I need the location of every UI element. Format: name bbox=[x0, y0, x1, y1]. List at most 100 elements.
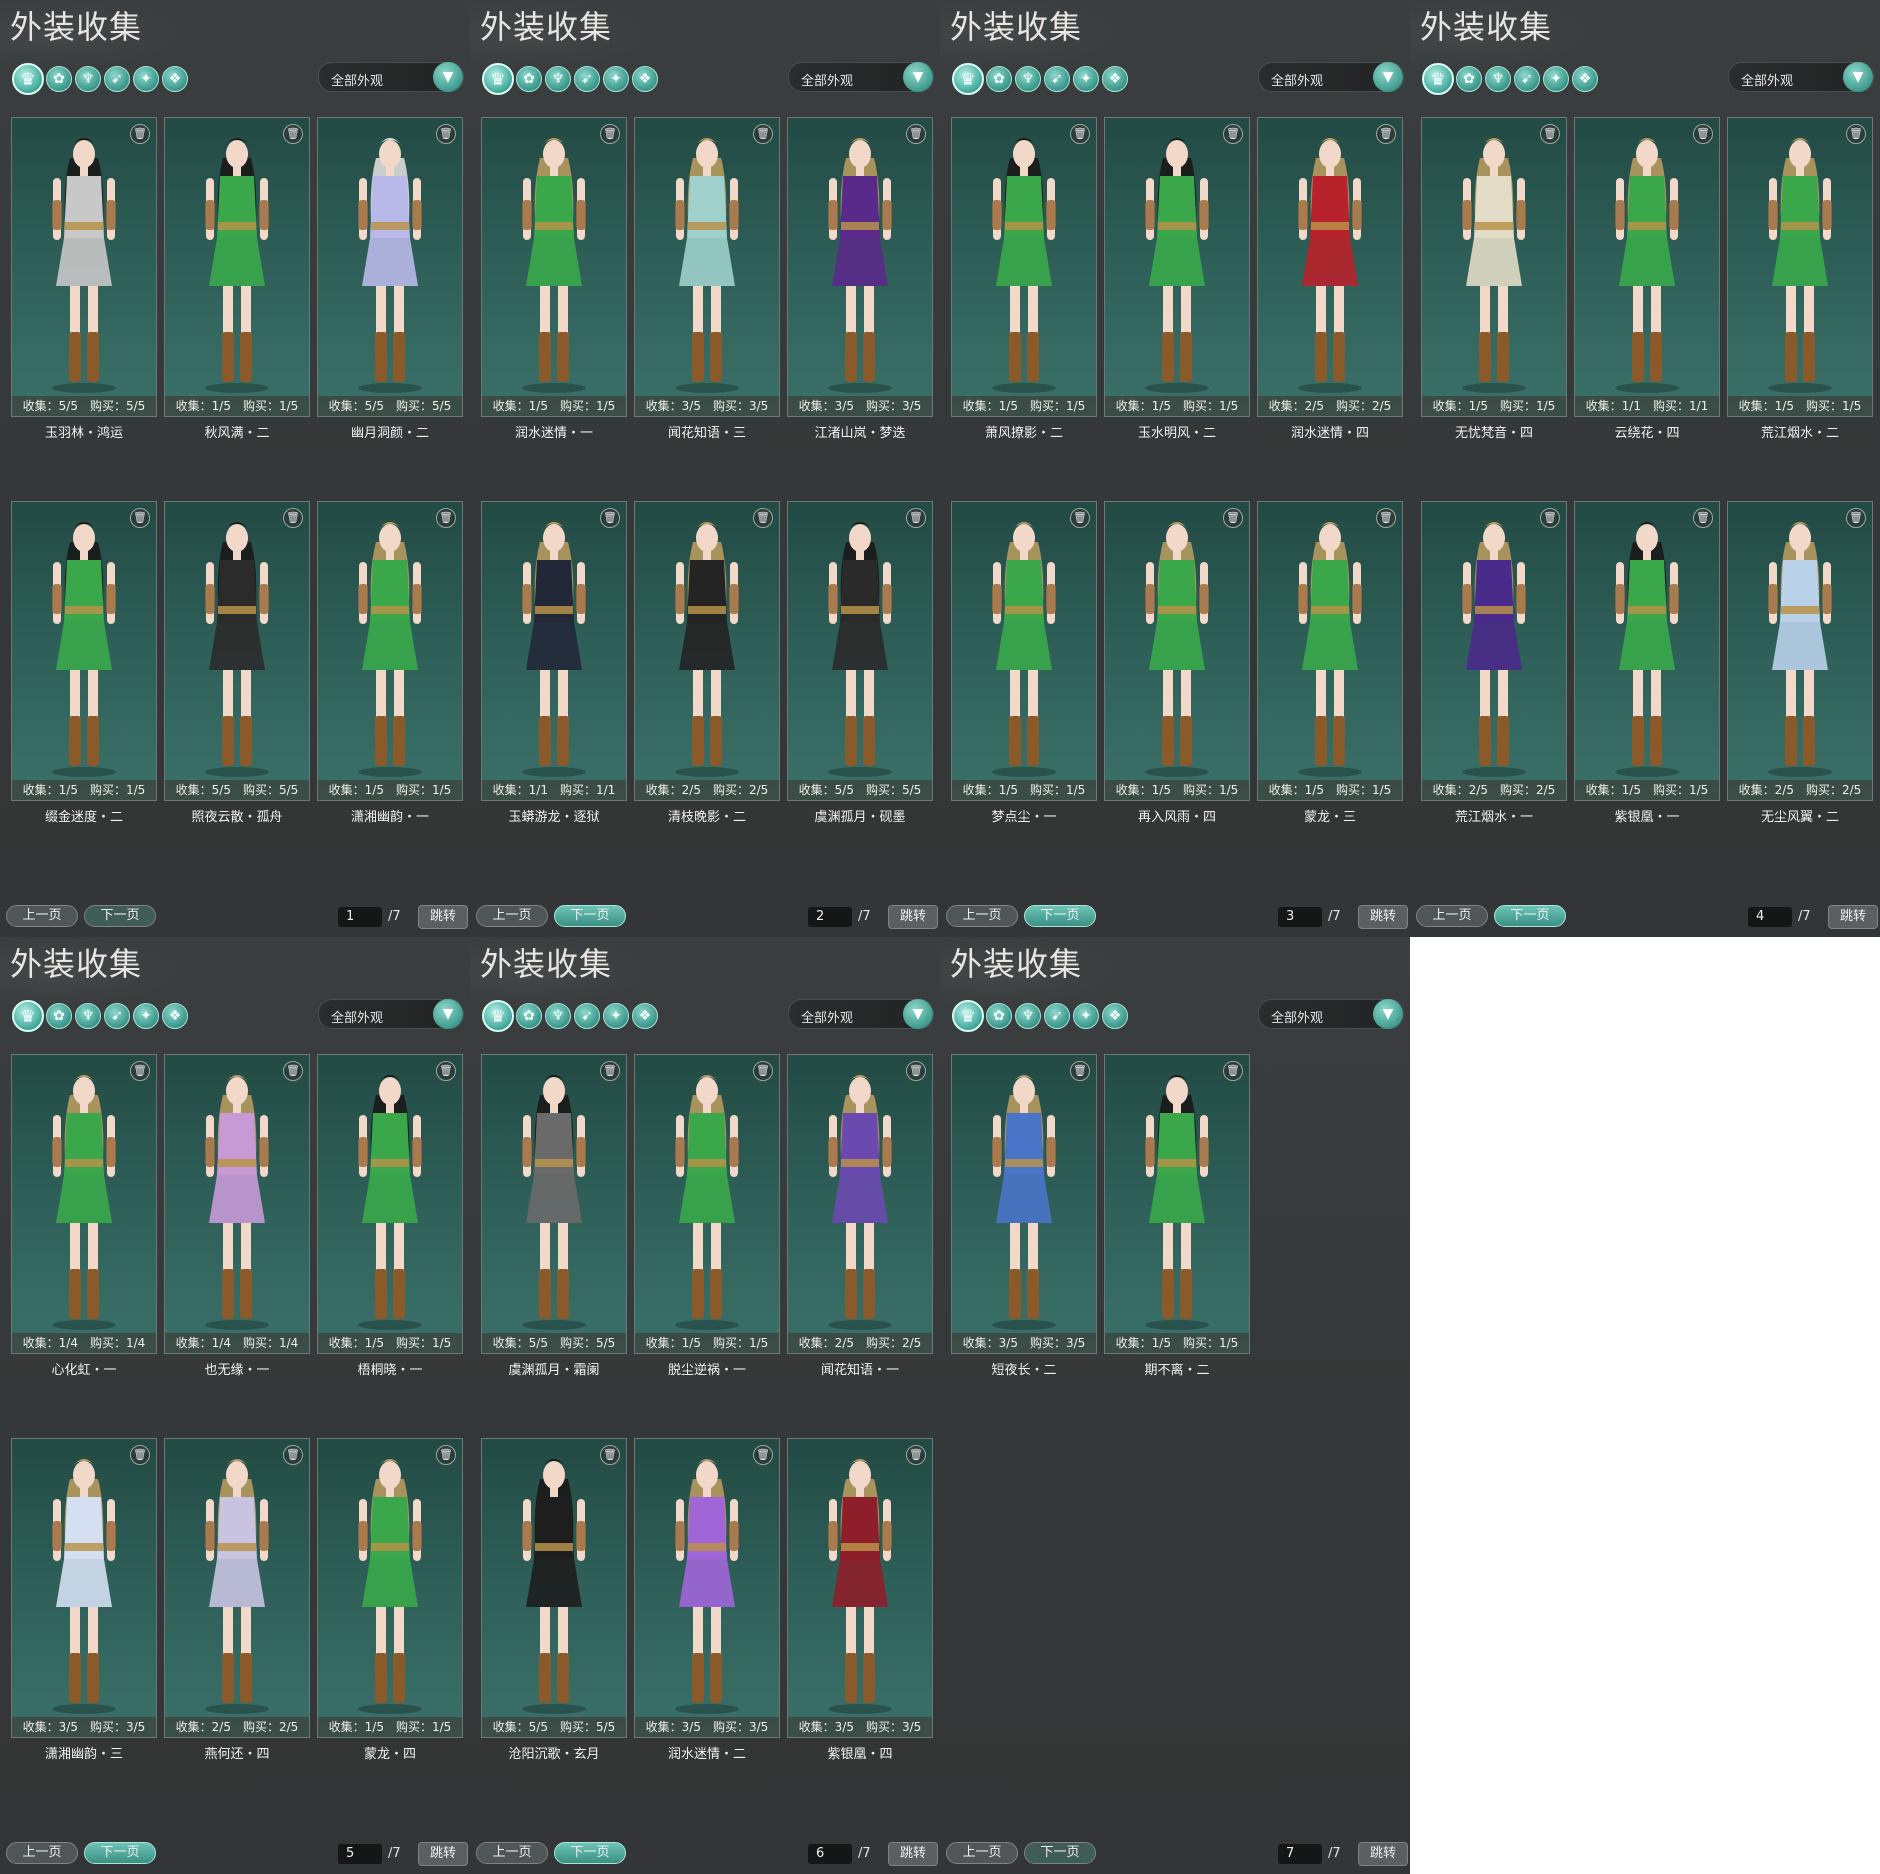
outfit-card[interactable]: 🗑 收集：1/5 购买：1/5 bbox=[1104, 1054, 1250, 1354]
trash-icon[interactable]: 🗑 bbox=[1223, 508, 1243, 528]
accessory-icon[interactable]: ✦ bbox=[133, 1003, 159, 1029]
trash-icon[interactable]: 🗑 bbox=[436, 1061, 456, 1081]
outfit-card[interactable]: 🗑 收集：1/5 购买：1/5 bbox=[1257, 501, 1403, 801]
top-icon[interactable]: ✿ bbox=[1456, 66, 1482, 92]
chevron-down-icon[interactable]: ▼ bbox=[903, 999, 933, 1029]
jump-button[interactable]: 跳转 bbox=[1828, 905, 1878, 929]
outfit-card[interactable]: 🗑 收集：5/5 购买：5/5 bbox=[787, 501, 933, 801]
shoes-icon[interactable]: ➹ bbox=[1514, 66, 1540, 92]
outfit-card[interactable]: 🗑 收集：3/5 购买：3/5 bbox=[634, 117, 780, 417]
prev-page-button[interactable]: 上一页 bbox=[6, 905, 78, 927]
body-icon[interactable]: ♆ bbox=[75, 1003, 101, 1029]
next-page-button[interactable]: 下一页 bbox=[1024, 1842, 1096, 1864]
chevron-down-icon[interactable]: ▼ bbox=[433, 999, 463, 1029]
trash-icon[interactable]: 🗑 bbox=[283, 1061, 303, 1081]
trash-icon[interactable]: 🗑 bbox=[753, 1445, 773, 1465]
trash-icon[interactable]: 🗑 bbox=[130, 1445, 150, 1465]
all-outfits-icon[interactable]: ♛ bbox=[1422, 63, 1454, 95]
page-number-input[interactable]: 5 bbox=[338, 1844, 382, 1864]
page-number-input[interactable]: 1 bbox=[338, 907, 382, 927]
trash-icon[interactable]: 🗑 bbox=[1070, 1061, 1090, 1081]
outfit-card[interactable]: 🗑 收集：3/5 购买：3/5 bbox=[951, 1054, 1097, 1354]
shoes-icon[interactable]: ➹ bbox=[574, 66, 600, 92]
prev-page-button[interactable]: 上一页 bbox=[946, 1842, 1018, 1864]
pants-icon[interactable]: ❖ bbox=[632, 66, 658, 92]
page-number-input[interactable]: 2 bbox=[808, 907, 852, 927]
trash-icon[interactable]: 🗑 bbox=[600, 124, 620, 144]
shoes-icon[interactable]: ➹ bbox=[104, 1003, 130, 1029]
outfit-filter-dropdown[interactable]: 全部外观 ▼ bbox=[1258, 999, 1404, 1029]
trash-icon[interactable]: 🗑 bbox=[753, 1061, 773, 1081]
prev-page-button[interactable]: 上一页 bbox=[476, 1842, 548, 1864]
jump-button[interactable]: 跳转 bbox=[1358, 905, 1408, 929]
trash-icon[interactable]: 🗑 bbox=[1846, 508, 1866, 528]
top-icon[interactable]: ✿ bbox=[986, 1003, 1012, 1029]
prev-page-button[interactable]: 上一页 bbox=[6, 1842, 78, 1864]
trash-icon[interactable]: 🗑 bbox=[906, 124, 926, 144]
trash-icon[interactable]: 🗑 bbox=[1376, 508, 1396, 528]
chevron-down-icon[interactable]: ▼ bbox=[1373, 62, 1403, 92]
trash-icon[interactable]: 🗑 bbox=[1070, 124, 1090, 144]
body-icon[interactable]: ♆ bbox=[75, 66, 101, 92]
outfit-card[interactable]: 🗑 收集：5/5 购买：5/5 bbox=[481, 1054, 627, 1354]
prev-page-button[interactable]: 上一页 bbox=[1416, 905, 1488, 927]
shoes-icon[interactable]: ➹ bbox=[1044, 1003, 1070, 1029]
trash-icon[interactable]: 🗑 bbox=[283, 124, 303, 144]
page-number-input[interactable]: 4 bbox=[1748, 907, 1792, 927]
outfit-card[interactable]: 🗑 收集：5/5 购买：5/5 bbox=[481, 1438, 627, 1738]
pants-icon[interactable]: ❖ bbox=[1572, 66, 1598, 92]
outfit-card[interactable]: 🗑 收集：1/5 购买：1/5 bbox=[317, 1054, 463, 1354]
chevron-down-icon[interactable]: ▼ bbox=[1843, 62, 1873, 92]
pants-icon[interactable]: ❖ bbox=[1102, 66, 1128, 92]
trash-icon[interactable]: 🗑 bbox=[130, 1061, 150, 1081]
trash-icon[interactable]: 🗑 bbox=[600, 1061, 620, 1081]
outfit-card[interactable]: 🗑 收集：2/5 购买：2/5 bbox=[1257, 117, 1403, 417]
all-outfits-icon[interactable]: ♛ bbox=[482, 1000, 514, 1032]
outfit-card[interactable]: 🗑 收集：1/5 购买：1/5 bbox=[1104, 117, 1250, 417]
trash-icon[interactable]: 🗑 bbox=[906, 508, 926, 528]
prev-page-button[interactable]: 上一页 bbox=[476, 905, 548, 927]
outfit-card[interactable]: 🗑 收集：1/5 购买：1/5 bbox=[481, 117, 627, 417]
outfit-card[interactable]: 🗑 收集：1/5 购买：1/5 bbox=[1727, 117, 1873, 417]
trash-icon[interactable]: 🗑 bbox=[436, 1445, 456, 1465]
accessory-icon[interactable]: ✦ bbox=[1073, 1003, 1099, 1029]
outfit-filter-dropdown[interactable]: 全部外观 ▼ bbox=[788, 999, 934, 1029]
outfit-filter-dropdown[interactable]: 全部外观 ▼ bbox=[788, 62, 934, 92]
accessory-icon[interactable]: ✦ bbox=[133, 66, 159, 92]
all-outfits-icon[interactable]: ♛ bbox=[12, 63, 44, 95]
trash-icon[interactable]: 🗑 bbox=[753, 508, 773, 528]
body-icon[interactable]: ♆ bbox=[1015, 1003, 1041, 1029]
outfit-card[interactable]: 🗑 收集：1/5 购买：1/5 bbox=[634, 1054, 780, 1354]
trash-icon[interactable]: 🗑 bbox=[1070, 508, 1090, 528]
trash-icon[interactable]: 🗑 bbox=[753, 124, 773, 144]
outfit-card[interactable]: 🗑 收集：1/5 购买：1/5 bbox=[951, 501, 1097, 801]
trash-icon[interactable]: 🗑 bbox=[436, 124, 456, 144]
trash-icon[interactable]: 🗑 bbox=[1846, 124, 1866, 144]
trash-icon[interactable]: 🗑 bbox=[906, 1445, 926, 1465]
outfit-card[interactable]: 🗑 收集：3/5 购买：3/5 bbox=[634, 1438, 780, 1738]
body-icon[interactable]: ♆ bbox=[545, 1003, 571, 1029]
jump-button[interactable]: 跳转 bbox=[1358, 1842, 1408, 1866]
outfit-card[interactable]: 🗑 收集：2/5 购买：2/5 bbox=[164, 1438, 310, 1738]
body-icon[interactable]: ♆ bbox=[545, 66, 571, 92]
shoes-icon[interactable]: ➹ bbox=[574, 1003, 600, 1029]
trash-icon[interactable]: 🗑 bbox=[130, 124, 150, 144]
jump-button[interactable]: 跳转 bbox=[418, 905, 468, 929]
outfit-card[interactable]: 🗑 收集：3/5 购买：3/5 bbox=[787, 117, 933, 417]
next-page-button[interactable]: 下一页 bbox=[84, 905, 156, 927]
trash-icon[interactable]: 🗑 bbox=[130, 508, 150, 528]
trash-icon[interactable]: 🗑 bbox=[1693, 124, 1713, 144]
accessory-icon[interactable]: ✦ bbox=[603, 1003, 629, 1029]
trash-icon[interactable]: 🗑 bbox=[600, 508, 620, 528]
outfit-card[interactable]: 🗑 收集：1/1 购买：1/1 bbox=[481, 501, 627, 801]
chevron-down-icon[interactable]: ▼ bbox=[1373, 999, 1403, 1029]
trash-icon[interactable]: 🗑 bbox=[436, 508, 456, 528]
all-outfits-icon[interactable]: ♛ bbox=[952, 63, 984, 95]
outfit-card[interactable]: 🗑 收集：1/1 购买：1/1 bbox=[1574, 117, 1720, 417]
accessory-icon[interactable]: ✦ bbox=[603, 66, 629, 92]
top-icon[interactable]: ✿ bbox=[46, 1003, 72, 1029]
jump-button[interactable]: 跳转 bbox=[888, 905, 938, 929]
outfit-filter-dropdown[interactable]: 全部外观 ▼ bbox=[1258, 62, 1404, 92]
trash-icon[interactable]: 🗑 bbox=[283, 508, 303, 528]
trash-icon[interactable]: 🗑 bbox=[906, 1061, 926, 1081]
